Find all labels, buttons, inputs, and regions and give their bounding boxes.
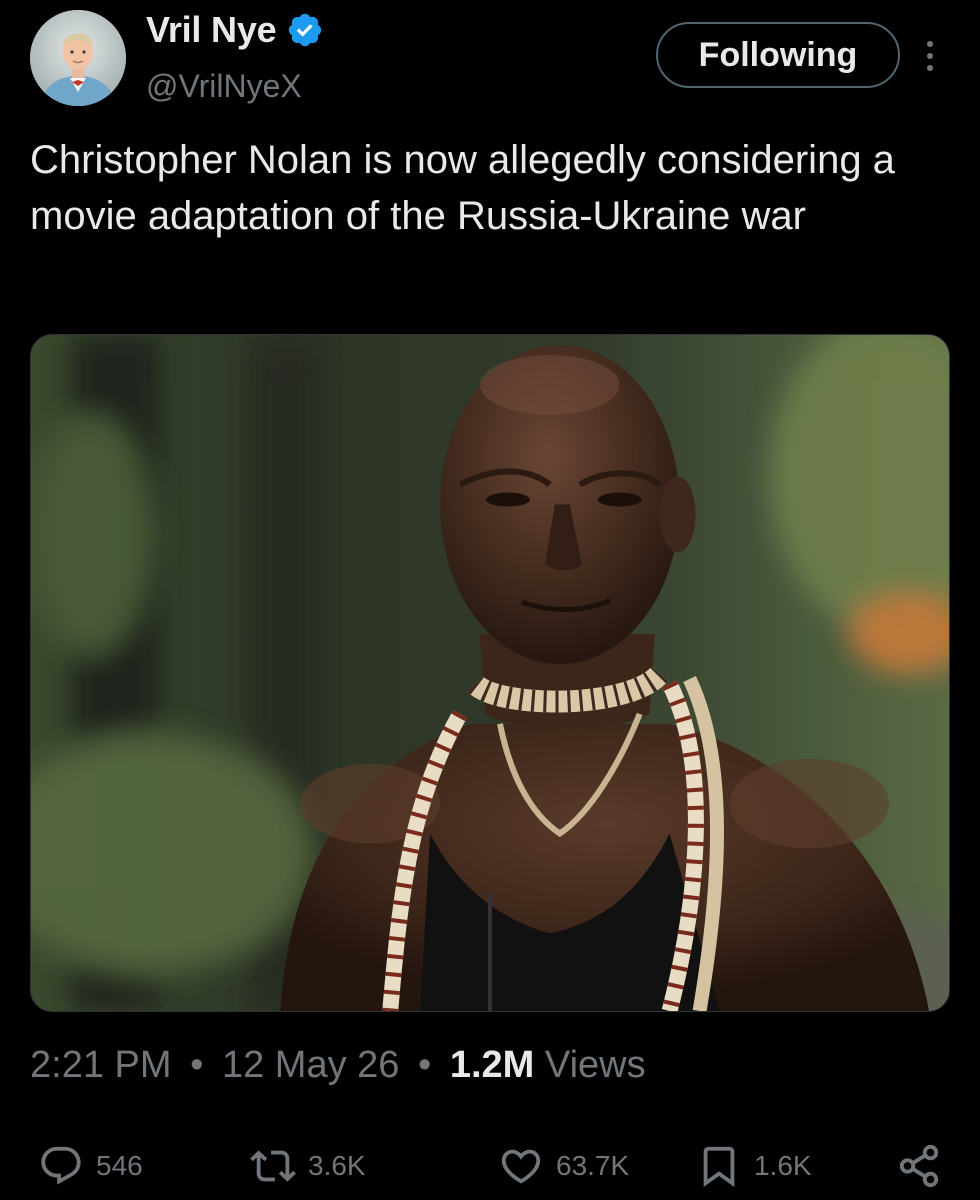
share-icon — [896, 1143, 942, 1189]
following-button[interactable]: Following — [656, 22, 900, 88]
author-handle[interactable]: @VrilNyeX — [146, 68, 302, 105]
photo-illustration — [31, 335, 949, 1011]
author-avatar[interactable] — [30, 10, 126, 106]
tweet-card: Vril Nye @VrilNyeX Following Christopher… — [0, 0, 980, 1200]
tweet-date[interactable]: 12 May 26 — [222, 1044, 399, 1086]
bookmark-icon — [696, 1143, 742, 1189]
like-button[interactable]: 63.7K — [498, 1136, 629, 1196]
verified-badge-icon — [286, 11, 324, 49]
author-display-name[interactable]: Vril Nye — [146, 9, 277, 51]
views-count: 1.2M — [449, 1044, 535, 1086]
bookmark-button[interactable]: 1.6K — [696, 1136, 812, 1196]
author-name-row[interactable]: Vril Nye — [146, 8, 324, 52]
heart-icon — [498, 1143, 544, 1189]
more-vertical-icon[interactable] — [918, 38, 942, 74]
tweet-media-image[interactable] — [30, 334, 950, 1012]
tweet-text: Christopher Nolan is now allegedly consi… — [30, 138, 895, 238]
views-label: Views — [544, 1044, 646, 1086]
meta-separator: • — [417, 1044, 432, 1086]
share-button[interactable] — [896, 1136, 942, 1196]
bookmark-count: 1.6K — [754, 1150, 812, 1181]
retweet-button[interactable]: 3.6K — [250, 1136, 366, 1196]
reply-count: 546 — [96, 1150, 143, 1181]
reply-button[interactable]: 546 — [38, 1136, 143, 1196]
like-count: 63.7K — [556, 1150, 630, 1181]
tweet-time[interactable]: 2:21 PM — [30, 1044, 172, 1086]
action-bar: 546 3.6K 63.7K 1.6K — [0, 1136, 980, 1196]
retweet-icon — [250, 1143, 296, 1189]
reply-icon — [38, 1143, 84, 1189]
avatar-image — [30, 10, 126, 106]
retweet-count: 3.6K — [308, 1150, 366, 1181]
meta-separator: • — [190, 1044, 204, 1086]
tweet-meta: 2:21 PM • 12 May 26 • 1.2M Views — [30, 1044, 646, 1087]
